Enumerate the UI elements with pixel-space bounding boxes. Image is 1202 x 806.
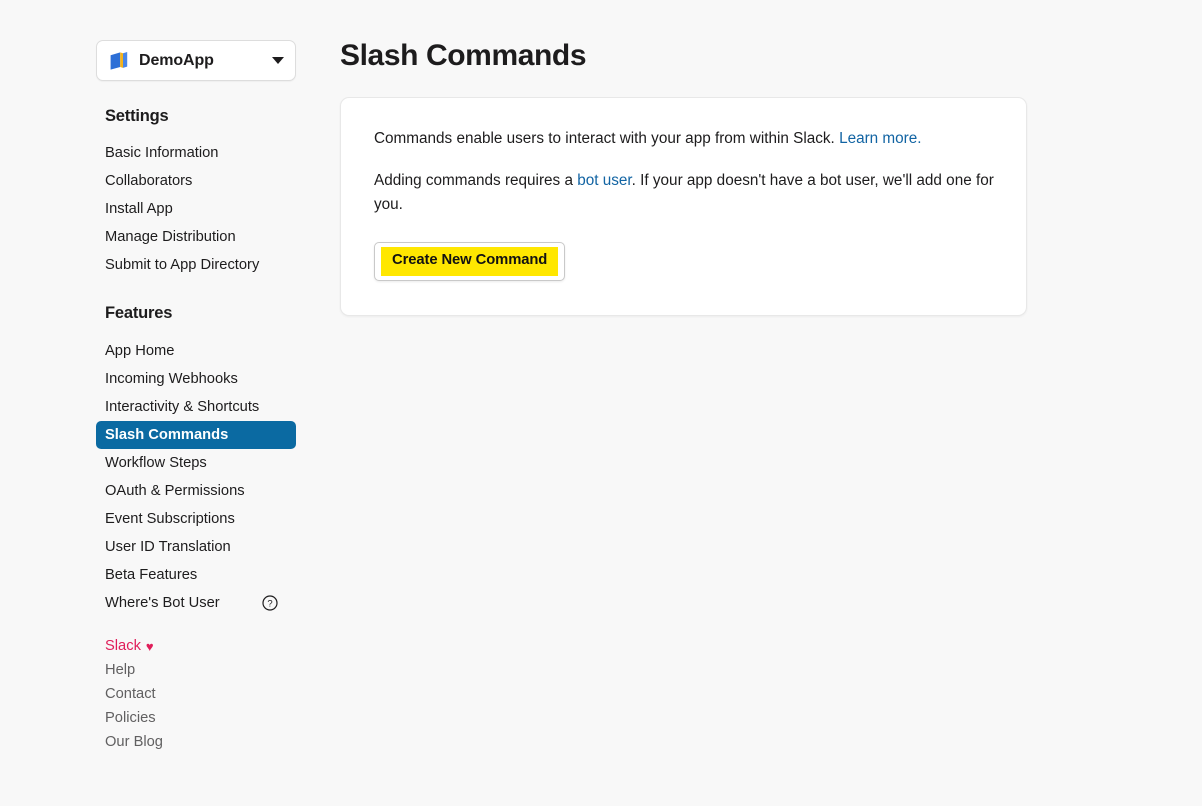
sidebar-item-incoming-webhooks[interactable]: Incoming Webhooks	[96, 365, 296, 393]
sidebar-item-label: Basic Information	[105, 145, 219, 161]
heart-icon: ♥	[145, 638, 154, 654]
sidebar-features-list: App Home Incoming Webhooks Interactivity…	[96, 337, 296, 617]
footer-links: Slack ♥ Help Contact Policies Our Blog	[96, 634, 296, 754]
sidebar: DemoApp Settings Basic Information Colla…	[96, 40, 296, 617]
bot-user-requirement-paragraph: Adding commands requires a bot user. If …	[374, 169, 994, 217]
sidebar-item-label: Interactivity & Shortcuts	[105, 399, 260, 415]
sidebar-heading-settings: Settings	[105, 107, 169, 125]
sidebar-item-label: App Home	[105, 343, 175, 359]
chevron-down-icon[interactable]	[272, 57, 284, 64]
sidebar-item-event-subscriptions[interactable]: Event Subscriptions	[96, 505, 296, 533]
svg-text:?: ?	[267, 599, 272, 610]
sidebar-settings-list: Basic Information Collaborators Install …	[96, 139, 296, 279]
sidebar-item-label: Install App	[105, 201, 173, 217]
footer-link-contact[interactable]: Contact	[96, 682, 296, 706]
sidebar-item-label: OAuth & Permissions	[105, 483, 245, 499]
paragraph-text: Commands enable users to interact with y…	[374, 130, 840, 147]
footer-link-policies[interactable]: Policies	[96, 706, 296, 730]
sidebar-item-label: Incoming Webhooks	[105, 371, 238, 387]
sidebar-item-beta-features[interactable]: Beta Features	[96, 561, 296, 589]
sidebar-item-label: Workflow Steps	[105, 455, 207, 471]
sidebar-item-label: User ID Translation	[105, 539, 231, 555]
sidebar-item-install-app[interactable]: Install App	[96, 195, 296, 223]
sidebar-item-manage-distribution[interactable]: Manage Distribution	[96, 223, 296, 251]
sidebar-item-label: Beta Features	[105, 567, 198, 583]
sidebar-item-label: Where's Bot User	[105, 595, 220, 611]
footer-link-label: Slack	[105, 638, 141, 654]
help-circle-icon[interactable]: ?	[262, 595, 278, 611]
footer-link-our-blog[interactable]: Our Blog	[96, 730, 296, 754]
sidebar-item-wheres-bot-user[interactable]: Where's Bot User ?	[96, 589, 296, 617]
sidebar-item-workflow-steps[interactable]: Workflow Steps	[96, 449, 296, 477]
main-content: Slash Commands Commands enable users to …	[340, 36, 1027, 317]
sidebar-item-submit-to-app-directory[interactable]: Submit to App Directory	[96, 251, 296, 279]
bot-user-link[interactable]: bot user	[577, 172, 631, 189]
sidebar-item-interactivity-shortcuts[interactable]: Interactivity & Shortcuts	[96, 393, 296, 421]
sidebar-item-label: Manage Distribution	[105, 229, 236, 245]
sidebar-item-label: Event Subscriptions	[105, 511, 235, 527]
sidebar-item-collaborators[interactable]: Collaborators	[96, 167, 296, 195]
sidebar-item-app-home[interactable]: App Home	[96, 337, 296, 365]
sidebar-item-user-id-translation[interactable]: User ID Translation	[96, 533, 296, 561]
app-book-icon	[108, 50, 130, 72]
learn-more-link[interactable]: Learn more.	[839, 130, 921, 147]
sidebar-item-oauth-permissions[interactable]: OAuth & Permissions	[96, 477, 296, 505]
create-new-command-button-wrapper[interactable]: Create New Command	[374, 242, 566, 282]
sidebar-item-basic-information[interactable]: Basic Information	[96, 139, 296, 167]
create-new-command-button[interactable]: Create New Command	[381, 247, 559, 277]
app-selector-dropdown[interactable]: DemoApp	[96, 40, 296, 81]
sidebar-item-label: Collaborators	[105, 173, 193, 189]
footer-link-help[interactable]: Help	[96, 658, 296, 682]
commands-info-card: Commands enable users to interact with y…	[340, 97, 1027, 317]
sidebar-item-slash-commands[interactable]: Slash Commands	[96, 421, 296, 449]
footer-link-slack[interactable]: Slack ♥	[96, 634, 296, 658]
page-title: Slash Commands	[340, 39, 587, 72]
app-name-label: DemoApp	[139, 51, 214, 69]
sidebar-item-label: Slash Commands	[105, 427, 229, 443]
sidebar-item-label: Submit to App Directory	[105, 257, 260, 273]
paragraph-text: Adding commands requires a	[374, 172, 578, 190]
commands-description-paragraph: Commands enable users to interact with y…	[374, 127, 994, 151]
sidebar-heading-features: Features	[105, 304, 173, 322]
